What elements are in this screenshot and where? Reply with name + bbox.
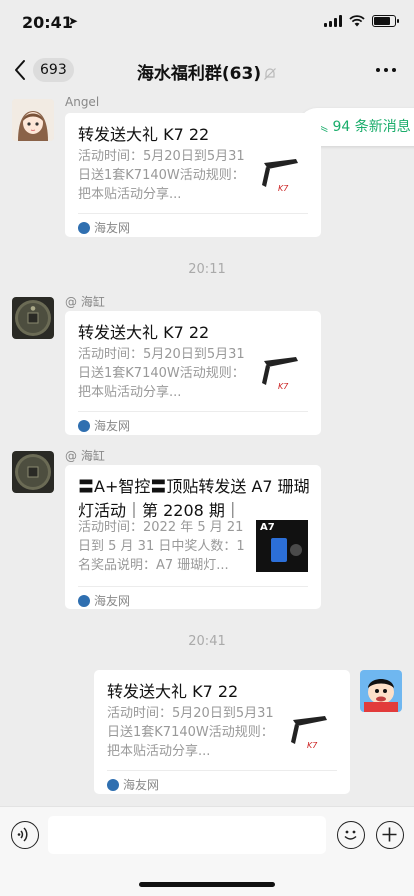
sender-name: Angel: [65, 95, 100, 109]
svg-text:●: ●: [30, 305, 35, 312]
battery-icon: [372, 15, 399, 27]
source-logo-icon: [78, 594, 90, 607]
card-source-label: 海友网: [123, 778, 160, 792]
card-description: 活动时间：2022 年 5 月 21 日到 5 月 31 日中奖人数：1 名奖品…: [78, 520, 245, 573]
timestamp: 20:41: [188, 634, 226, 649]
nav-bar: 693 海水福利群(63): [0, 48, 414, 92]
card-source: 海友网: [78, 417, 130, 434]
wifi-icon: [349, 15, 365, 27]
avatar-angel[interactable]: [12, 99, 54, 141]
avatar-coin[interactable]: ●: [12, 297, 54, 339]
svg-text:K7: K7: [307, 741, 318, 750]
cellular-signal-icon: [324, 15, 342, 27]
emoji-icon[interactable]: [337, 821, 365, 849]
message-input[interactable]: [48, 816, 326, 854]
home-indicator: [139, 882, 275, 887]
source-logo-icon: [78, 419, 90, 432]
link-card[interactable]: 〓A+智控〓顶贴转发送 A7 珊瑚灯活动｜第 2208 期｜ 活动时间：2022…: [65, 465, 321, 609]
source-logo-icon: [107, 778, 119, 791]
add-plus-icon[interactable]: [376, 821, 404, 849]
card-thumbnail: A7: [256, 520, 308, 572]
card-source: 海友网: [107, 776, 159, 793]
card-title: 转发送大礼 K7 22: [78, 323, 210, 342]
location-arrow-icon: ➤: [68, 14, 79, 28]
avatar-coin[interactable]: [12, 451, 54, 493]
card-description: 活动时间：5月20日到5月31日送1套K7140W活动规则：把本贴活动分享...: [107, 706, 274, 759]
svg-text:K7: K7: [278, 184, 289, 193]
source-logo-icon: [78, 221, 90, 234]
card-source: 海友网: [78, 219, 130, 236]
card-thumbnail: K7: [256, 151, 308, 203]
status-icons: [324, 15, 399, 27]
card-source-label: 海友网: [94, 221, 131, 235]
more-options-button[interactable]: [376, 68, 396, 72]
card-source: 海友网: [78, 592, 130, 609]
chat-title-text: 海水福利群(63): [136, 64, 262, 84]
status-time: 20:41: [22, 13, 73, 32]
sender-name: @ 海缸: [65, 449, 105, 463]
sender-name: @ 海缸: [65, 295, 105, 309]
status-bar: 20:41 ➤: [0, 0, 414, 48]
card-thumbnail: K7: [256, 349, 308, 401]
avatar-self[interactable]: [360, 670, 402, 712]
link-card[interactable]: 转发送大礼 K7 22 活动时间：5月20日到5月31日送1套K7140W活动规…: [65, 311, 321, 435]
timestamp: 20:11: [188, 262, 226, 277]
card-title: 〓A+智控〓顶贴转发送 A7 珊瑚灯活动｜第 2208 期｜: [78, 477, 310, 520]
svg-text:K7: K7: [278, 382, 289, 391]
new-messages-label: 94 条新消息: [332, 119, 411, 135]
link-card[interactable]: 转发送大礼 K7 22 活动时间：5月20日到5月31日送1套K7140W活动规…: [65, 113, 321, 237]
chat-title: 海水福利群(63): [0, 59, 414, 84]
card-source-label: 海友网: [94, 594, 131, 608]
link-card[interactable]: 转发送大礼 K7 22 活动时间：5月20日到5月31日送1套K7140W活动规…: [94, 670, 350, 794]
voice-input-icon[interactable]: [11, 821, 39, 849]
card-title: 转发送大礼 K7 22: [107, 682, 239, 701]
card-thumbnail: K7: [285, 708, 337, 760]
card-description: 活动时间：5月20日到5月31日送1套K7140W活动规则：把本贴活动分享...: [78, 347, 245, 400]
card-description: 活动时间：5月20日到5月31日送1套K7140W活动规则：把本贴活动分享...: [78, 149, 245, 202]
thumbnail-label: A7: [260, 522, 275, 533]
card-source-label: 海友网: [94, 419, 131, 433]
card-title: 转发送大礼 K7 22: [78, 125, 210, 144]
mute-bell-icon: [264, 68, 277, 80]
